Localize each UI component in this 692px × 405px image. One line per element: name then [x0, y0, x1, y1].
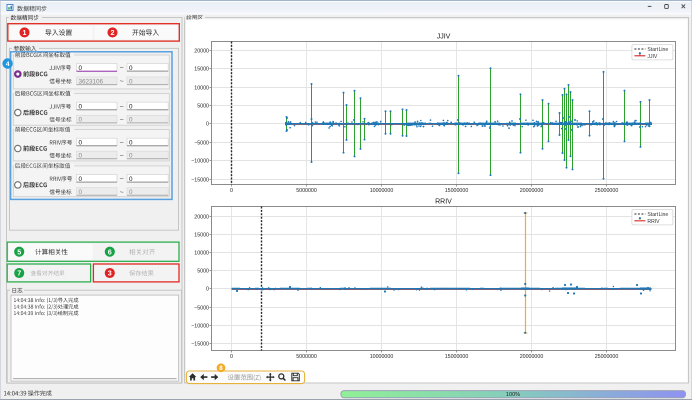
svg-text:3623106: 3623106	[79, 78, 104, 85]
svg-text:0: 0	[79, 65, 83, 72]
svg-text:15000000: 15000000	[445, 188, 469, 194]
svg-text:5000: 5000	[197, 268, 209, 274]
svg-text:−15000: −15000	[191, 177, 209, 183]
svg-text:0: 0	[129, 65, 133, 72]
svg-text:~: ~	[120, 187, 124, 196]
svg-text:JJIV: JJIV	[437, 33, 451, 40]
svg-text:Line: Line	[659, 47, 669, 53]
svg-text:−5000: −5000	[194, 140, 209, 146]
svg-text:0: 0	[129, 189, 133, 196]
svg-text:20000: 20000	[194, 214, 209, 220]
svg-text:~: ~	[120, 63, 124, 72]
svg-text:2: 2	[111, 28, 115, 37]
svg-text:0: 0	[129, 176, 133, 183]
svg-text:15000: 15000	[194, 232, 209, 238]
svg-text:−10000: −10000	[191, 158, 209, 164]
svg-text:0: 0	[79, 104, 83, 111]
svg-text:20000000: 20000000	[520, 354, 544, 360]
svg-text:0: 0	[129, 140, 133, 147]
svg-text:0: 0	[129, 153, 133, 160]
svg-text:5000000: 5000000	[296, 188, 317, 194]
svg-text:0: 0	[79, 140, 83, 147]
svg-text:15000: 15000	[194, 66, 209, 72]
svg-text:10000000: 10000000	[370, 354, 394, 360]
svg-text:~: ~	[120, 77, 124, 86]
svg-text:0: 0	[129, 117, 133, 124]
svg-text:10000000: 10000000	[370, 188, 394, 194]
svg-text:Start: Start	[647, 212, 658, 218]
svg-text:20000: 20000	[194, 48, 209, 54]
svg-text:8: 8	[219, 365, 223, 372]
svg-text:0: 0	[129, 78, 133, 85]
svg-text:10000: 10000	[194, 85, 209, 91]
svg-text:0: 0	[230, 188, 233, 194]
svg-text:−5000: −5000	[194, 305, 209, 311]
svg-text:0: 0	[79, 117, 83, 124]
svg-text:1: 1	[23, 28, 27, 37]
svg-text:~: ~	[120, 151, 124, 160]
svg-text:RRIV: RRIV	[647, 219, 660, 225]
svg-text:3: 3	[108, 269, 112, 278]
svg-text:JJIV: JJIV	[647, 54, 658, 60]
svg-text:0: 0	[129, 104, 133, 111]
svg-text:RRIV: RRIV	[435, 198, 452, 205]
svg-text:0: 0	[79, 153, 83, 160]
svg-text:−15000: −15000	[191, 341, 209, 347]
svg-text:5: 5	[17, 247, 21, 256]
svg-text:0: 0	[206, 286, 209, 292]
svg-text:0: 0	[79, 189, 83, 196]
svg-text:0: 0	[230, 354, 233, 360]
svg-text:5000: 5000	[197, 103, 209, 109]
svg-text:25000000: 25000000	[595, 188, 619, 194]
svg-text:~: ~	[120, 174, 124, 183]
svg-text:7: 7	[17, 269, 21, 278]
svg-text:~: ~	[120, 102, 124, 111]
svg-text:~: ~	[120, 115, 124, 124]
svg-text:Start: Start	[647, 47, 658, 53]
svg-text:5000000: 5000000	[296, 354, 317, 360]
svg-text:4: 4	[6, 61, 10, 68]
svg-text:100%: 100%	[506, 392, 520, 398]
svg-text:0: 0	[206, 121, 209, 127]
svg-text:0: 0	[79, 176, 83, 183]
svg-text:~: ~	[120, 138, 124, 147]
svg-text:−10000: −10000	[191, 323, 209, 329]
svg-text:Line: Line	[659, 212, 669, 218]
svg-text:20000000: 20000000	[520, 188, 544, 194]
svg-text:25000000: 25000000	[595, 354, 619, 360]
svg-text:6: 6	[108, 247, 112, 256]
svg-text:10000: 10000	[194, 250, 209, 256]
svg-text:15000000: 15000000	[445, 354, 469, 360]
